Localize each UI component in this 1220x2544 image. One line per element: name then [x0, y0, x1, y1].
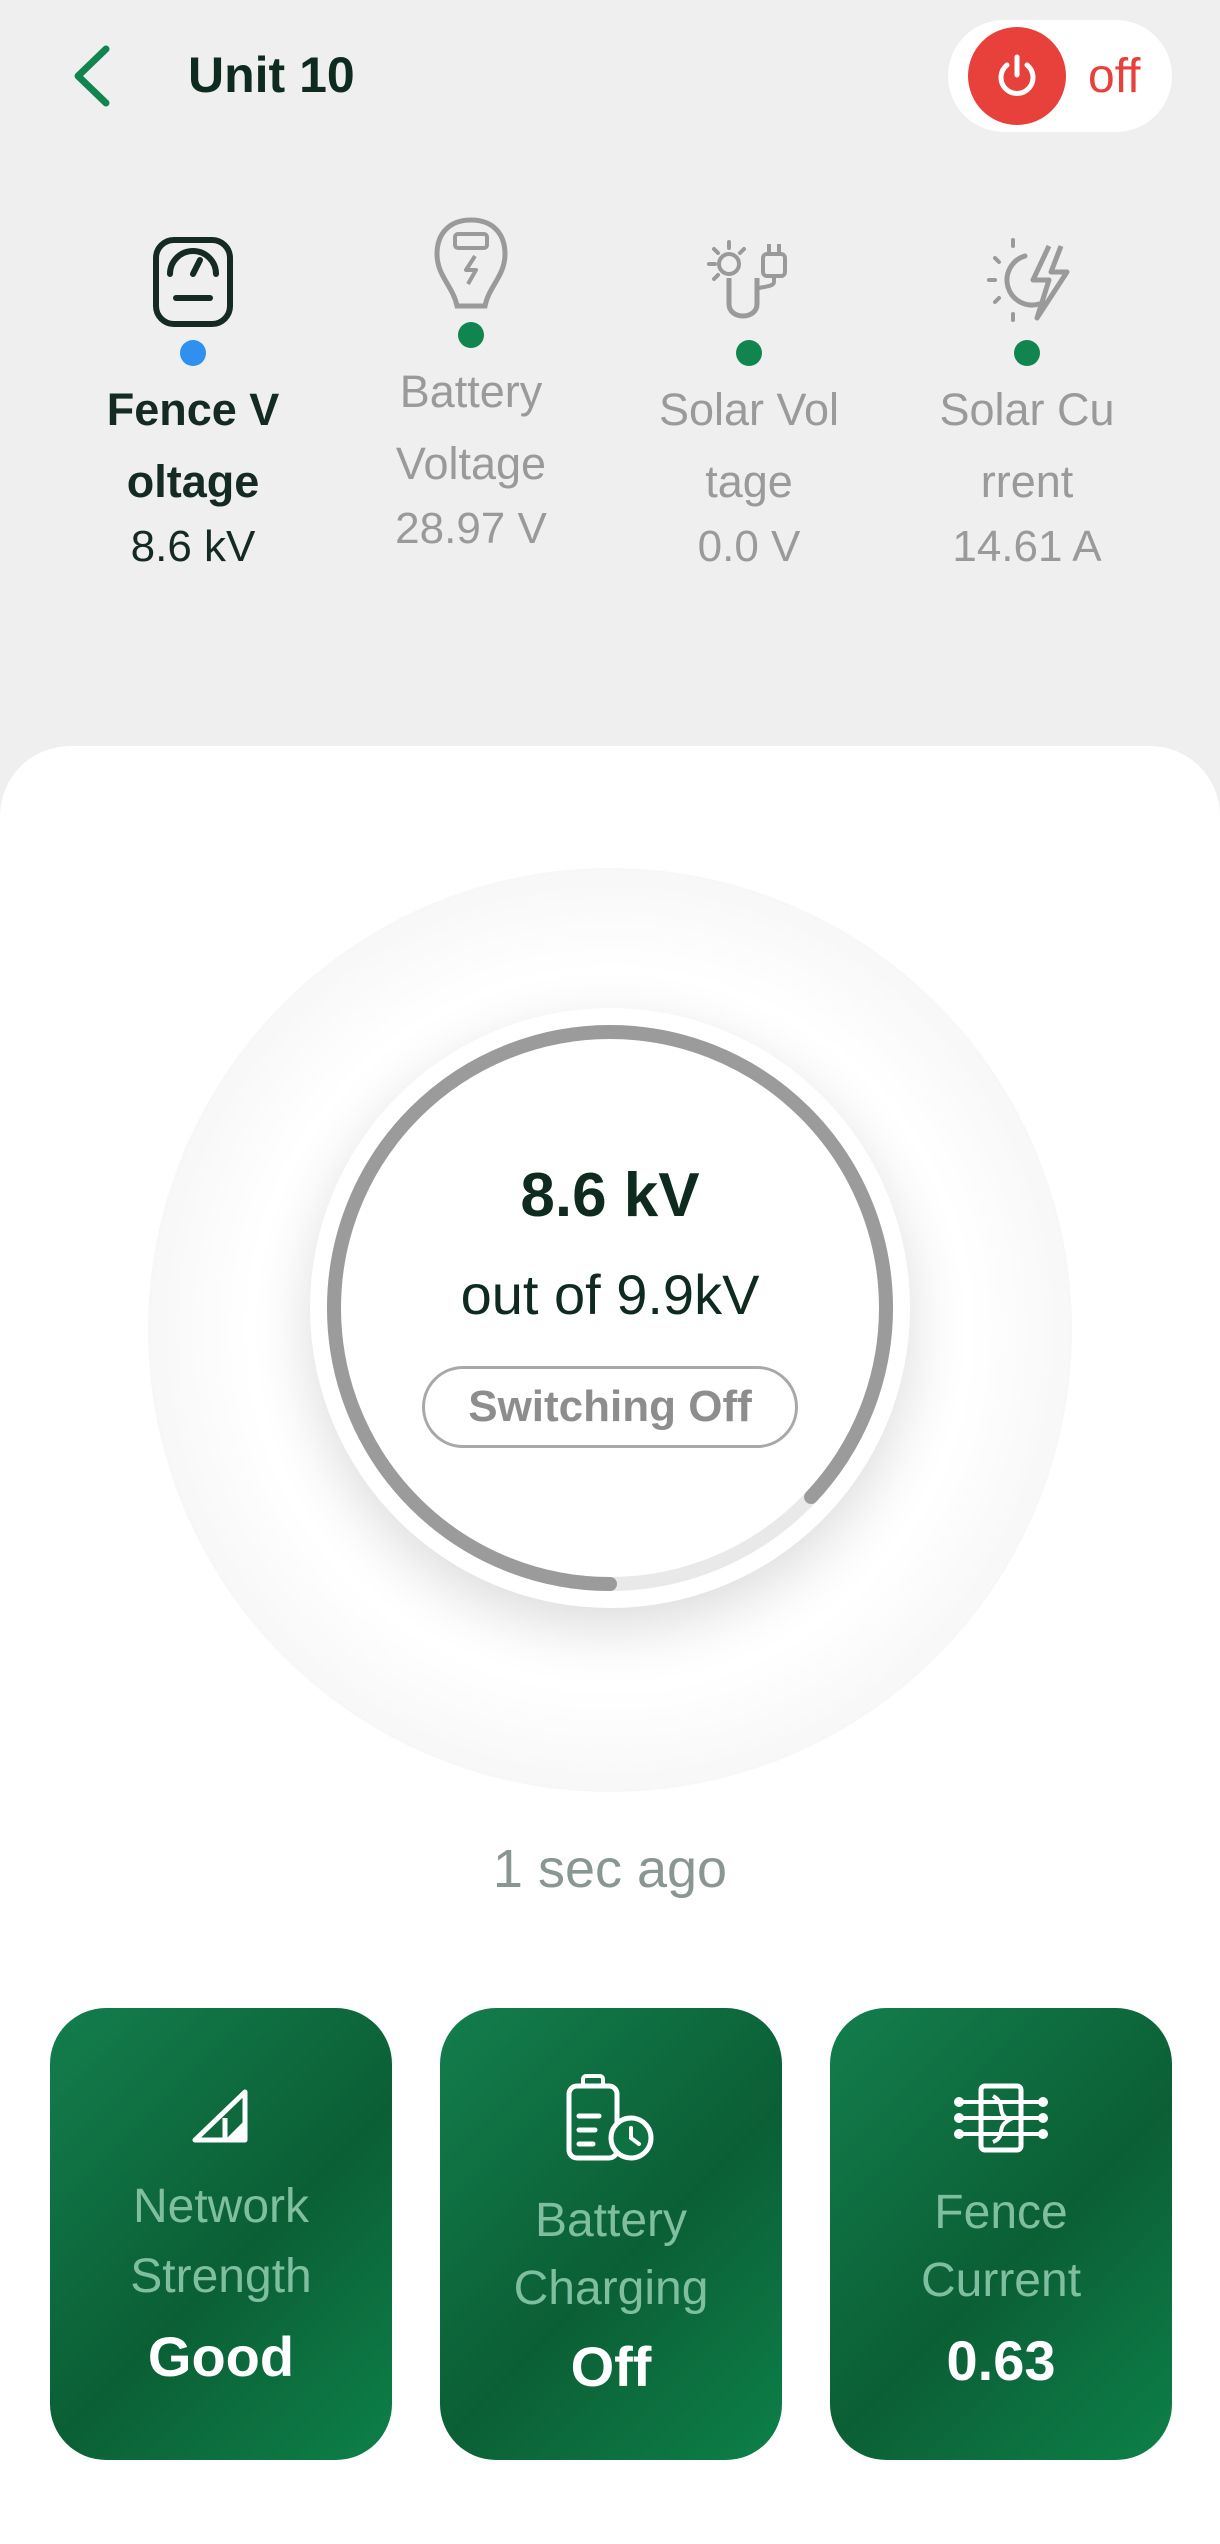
solar-bolt-icon: [987, 238, 1070, 322]
battery-timer-icon: [566, 2074, 654, 2161]
fence-current-icon: [954, 2083, 1048, 2153]
card-label: Battery: [534, 2194, 688, 2247]
card-battery-charging[interactable]: Battery Charging Off: [440, 2008, 782, 2460]
card-label: Charging: [513, 2262, 709, 2315]
page-title: Unit 10: [188, 47, 355, 103]
card-network-strength[interactable]: Network Strength Good: [50, 2008, 392, 2460]
card-label: Current: [920, 2254, 1082, 2307]
card-label: Fence: [934, 2186, 1068, 2239]
stat-solar-voltage[interactable]: Solar Voltage 0.0 V: [644, 190, 854, 572]
stat-fence-voltage[interactable]: Fence Voltage 8.6 kV: [88, 190, 298, 572]
stat-value: 28.97 V: [395, 504, 547, 553]
card-fence-current[interactable]: Fence Current 0.63: [830, 2008, 1172, 2460]
stat-label: Solar Current: [939, 384, 1115, 507]
stat-label: Solar Voltage: [658, 384, 840, 507]
status-dot: [736, 340, 762, 366]
gauge-subtitle: out of 9.9kV: [460, 1263, 760, 1326]
status-dot: [1014, 340, 1040, 366]
stat-label: Fence Voltage: [106, 384, 280, 507]
status-badge: Switching Off: [422, 1366, 798, 1448]
power-icon: [968, 27, 1066, 125]
card-value: Good: [147, 2325, 295, 2388]
back-button[interactable]: [56, 36, 128, 116]
card-value: 0.63: [946, 2329, 1056, 2392]
signal-icon: [192, 2089, 248, 2143]
card-label: Strength: [130, 2250, 312, 2303]
stat-value: 14.61 A: [952, 522, 1102, 571]
solar-plug-icon: [707, 240, 787, 319]
chevron-left-icon: [74, 45, 110, 107]
card-label: Network: [132, 2180, 310, 2233]
status-dot: [458, 322, 484, 348]
stat-battery-voltage[interactable]: Battery Voltage 28.97 V: [366, 172, 576, 554]
gauge-value: 8.6 kV: [520, 1161, 700, 1230]
stat-solar-current[interactable]: Solar Current 14.61 A: [922, 190, 1132, 572]
stats-row: Fence Voltage 8.6 kV Battery Voltage 28.…: [0, 190, 1220, 730]
power-status-label: off: [1088, 49, 1141, 103]
card-value: Off: [570, 2335, 652, 2398]
fence-gauge-icon: [153, 237, 233, 327]
battery-meter-icon: [434, 217, 508, 309]
stat-value: 8.6 kV: [130, 522, 256, 571]
stat-value: 0.0 V: [697, 522, 801, 571]
stat-label: Battery Voltage: [395, 366, 547, 489]
header: Unit 10 off: [0, 0, 1220, 160]
last-updated: 1 sec ago: [492, 1839, 728, 1899]
status-dot: [180, 340, 206, 366]
power-toggle[interactable]: off: [948, 20, 1172, 132]
